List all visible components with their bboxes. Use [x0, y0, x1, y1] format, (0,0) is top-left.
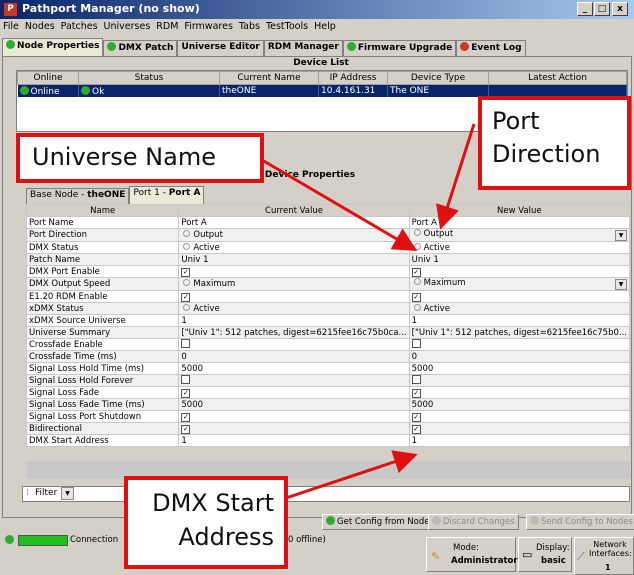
annotation-arrows: [261, 123, 476, 502]
arrow-universe-name: [261, 158, 418, 252]
callout-dmx-start-address: DMX Start Address: [124, 476, 288, 569]
callout-port-direction: Port Direction: [478, 96, 631, 190]
callout-universe-name: Universe Name: [16, 133, 264, 183]
arrow-port-direction: [436, 123, 476, 230]
arrow-dmx-start: [279, 450, 418, 502]
